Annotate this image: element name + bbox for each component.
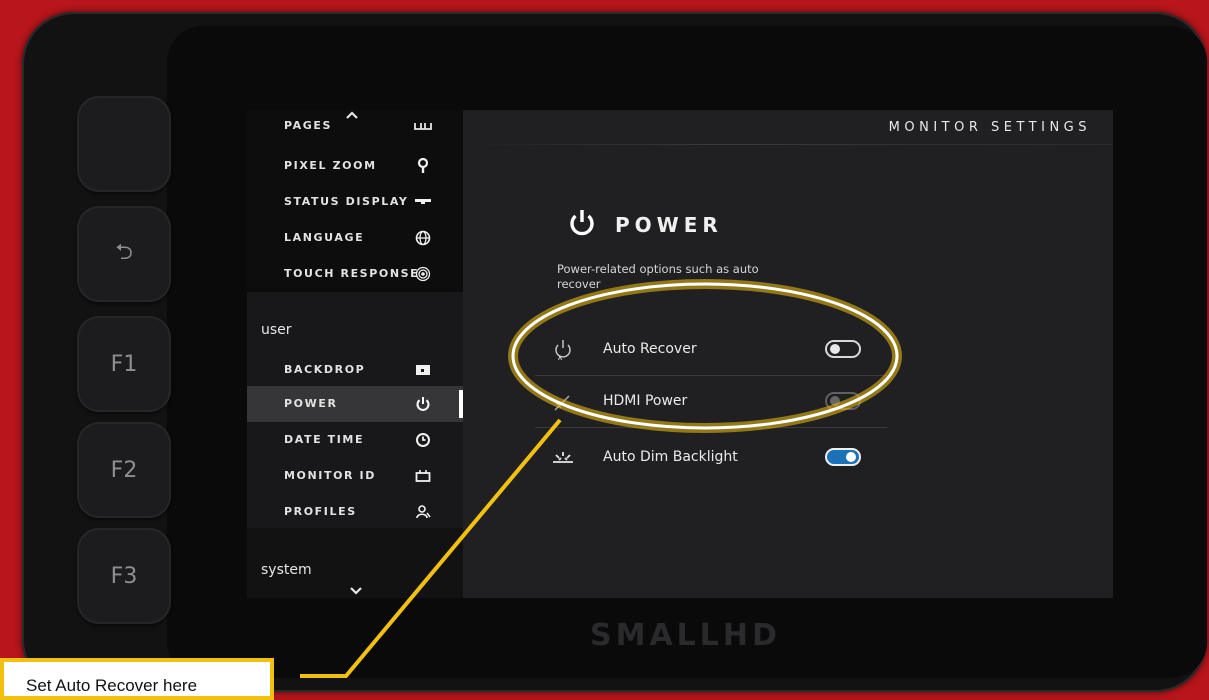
callout-text: Set Auto Recover here <box>26 676 198 695</box>
annotation-overlay <box>300 279 902 678</box>
callout-leader-line <box>300 418 562 678</box>
callout-box: Set Auto Recover here <box>0 658 274 700</box>
highlight-ellipse <box>511 282 899 430</box>
